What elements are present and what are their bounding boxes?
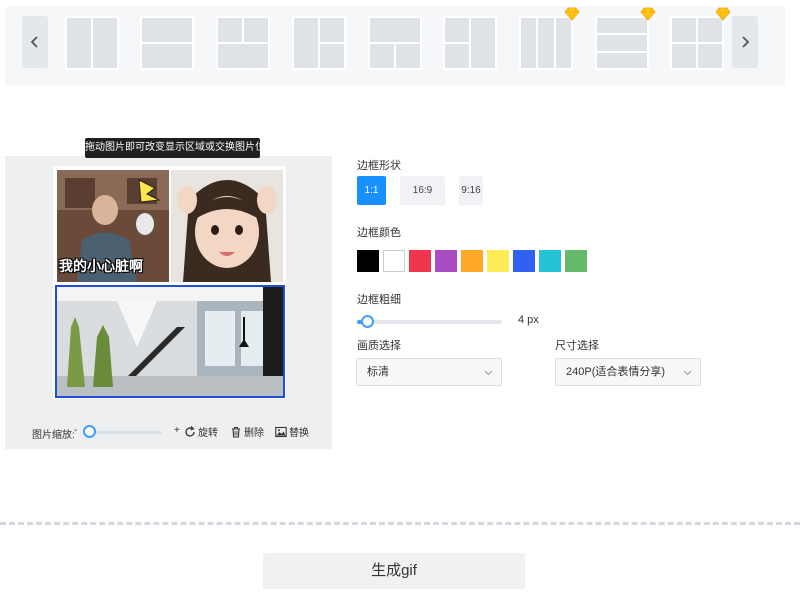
layout-template-one-top-two-bottom[interactable] xyxy=(216,16,270,70)
size-select[interactable]: 240P(适合表情分享) xyxy=(555,358,701,386)
layout-template-two-left-one-right[interactable] xyxy=(443,16,497,70)
zoom-controls: 图片缩放: - + 旋转 删除 替换 xyxy=(32,424,322,441)
replace-label: 替换 xyxy=(289,428,309,439)
thickness-slider-thumb[interactable] xyxy=(361,315,374,328)
size-select-value: 240P(适合表情分享) xyxy=(566,366,666,378)
color-swatch-black[interactable] xyxy=(357,250,379,272)
zoom-plus-label: + xyxy=(174,425,180,436)
premium-diamond-icon xyxy=(640,7,656,21)
color-swatch-purple[interactable] xyxy=(435,250,457,272)
layout-template-grid-four[interactable] xyxy=(670,7,731,70)
layout-template-two-rows[interactable] xyxy=(140,16,194,70)
delete-label: 删除 xyxy=(244,428,264,439)
quality-label: 画质选择 xyxy=(357,340,401,352)
layout-template-two-columns[interactable] xyxy=(65,16,119,70)
collage-image-interior-selected[interactable] xyxy=(55,285,285,398)
interior-photo xyxy=(57,287,283,396)
quality-select-value: 标清 xyxy=(367,366,389,378)
drag-hint-tooltip: 拖动图片即可改变显示区域或交换图片位置 xyxy=(85,138,275,158)
ratio-16-9-button[interactable]: 16:9 xyxy=(400,176,445,205)
rotate-label: 旋转 xyxy=(198,428,218,439)
color-swatch-yellow[interactable] xyxy=(487,250,509,272)
image-icon xyxy=(275,426,287,437)
carousel-next-button[interactable] xyxy=(732,16,758,68)
section-divider xyxy=(0,522,800,525)
quality-select[interactable]: 标清 xyxy=(356,358,502,386)
layout-template-one-left-two-right[interactable] xyxy=(292,16,346,70)
ratio-9-16-button[interactable]: 9:16 xyxy=(459,176,483,205)
premium-diamond-icon xyxy=(564,7,580,21)
gif-collage-editor: 我的小心脏啊 图片缩放: - + 旋转 删除 替换 拖动图片即可改变显示区域或交… xyxy=(0,0,800,600)
rotate-icon xyxy=(185,425,195,437)
color-swatch-red[interactable] xyxy=(409,250,431,272)
collage-image-little-girl[interactable] xyxy=(171,170,283,282)
color-swatch-blue[interactable] xyxy=(513,250,535,272)
chevron-right-icon xyxy=(742,36,750,48)
zoom-slider-thumb[interactable] xyxy=(83,425,96,438)
chevron-left-icon xyxy=(30,36,38,48)
rotate-button[interactable]: 旋转 xyxy=(184,424,218,439)
layout-template-three-columns[interactable] xyxy=(519,7,580,70)
generate-gif-button[interactable]: 生成gif xyxy=(263,553,525,589)
meme-caption: 我的小心脏啊 xyxy=(59,258,143,274)
border-color-label: 边框颜色 xyxy=(357,227,401,239)
zoom-label: 图片缩放: xyxy=(32,430,75,441)
ratio-1-1-button[interactable]: 1:1 xyxy=(357,176,386,205)
trash-icon xyxy=(232,426,240,438)
collage-editor-panel: 我的小心脏啊 图片缩放: - + 旋转 删除 替换 xyxy=(5,156,332,449)
border-thickness-label: 边框粗细 xyxy=(357,294,401,306)
girl-photo xyxy=(171,170,283,282)
collage-image-meme-old-man[interactable]: 我的小心脏啊 xyxy=(57,170,169,282)
color-swatch-green[interactable] xyxy=(565,250,587,272)
carousel-prev-button[interactable] xyxy=(22,16,48,68)
collage-canvas: 我的小心脏啊 xyxy=(53,166,286,399)
chevron-down-icon xyxy=(484,370,493,376)
color-swatch-white[interactable] xyxy=(383,250,405,272)
zoom-minus-label: - xyxy=(74,425,78,436)
size-label: 尺寸选择 xyxy=(555,340,599,352)
replace-button[interactable]: 替换 xyxy=(275,424,309,439)
layout-template-three-rows[interactable] xyxy=(595,7,656,70)
color-swatch-cyan[interactable] xyxy=(539,250,561,272)
thickness-value: 4 px xyxy=(518,314,539,326)
layout-template-one-top-two-bottom-alt[interactable] xyxy=(368,16,422,70)
border-shape-label: 边框形状 xyxy=(357,160,401,172)
delete-button[interactable]: 删除 xyxy=(230,424,264,439)
chevron-down-icon xyxy=(683,370,692,376)
color-swatch-orange[interactable] xyxy=(461,250,483,272)
thickness-slider-track[interactable] xyxy=(357,320,502,324)
premium-diamond-icon xyxy=(715,7,731,21)
